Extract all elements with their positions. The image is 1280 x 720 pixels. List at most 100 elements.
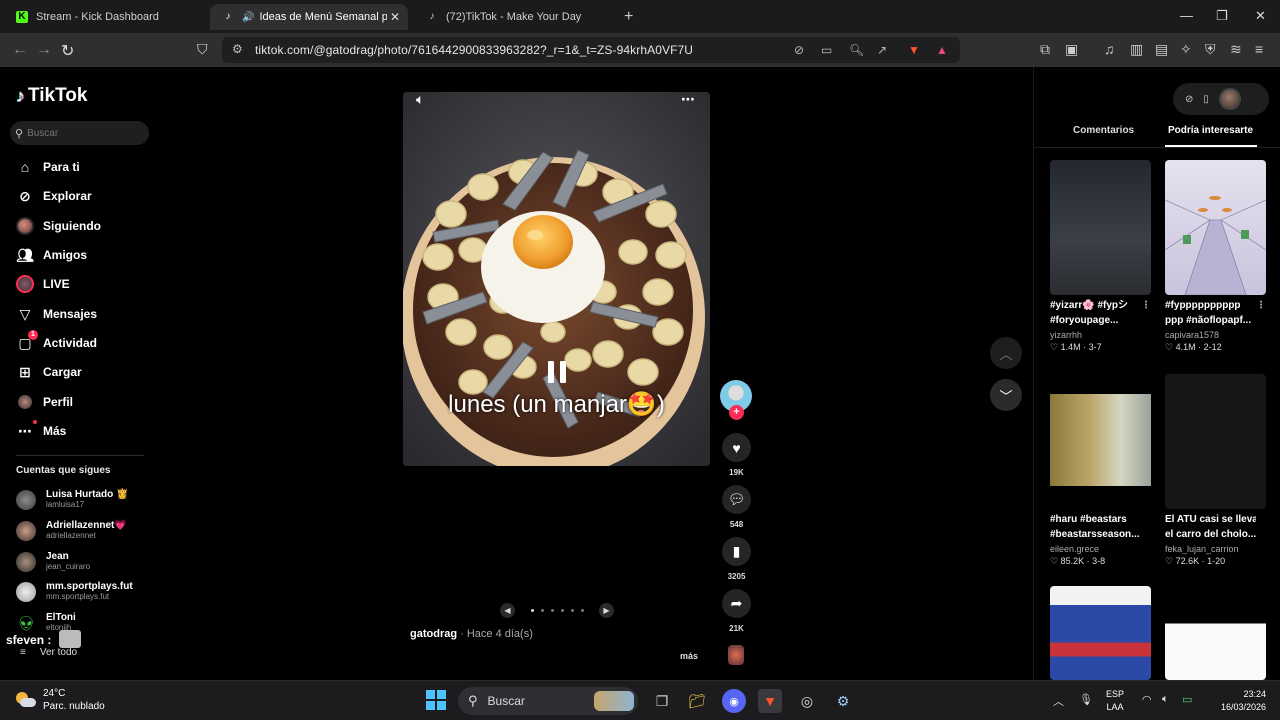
taskbar-search[interactable]: ⚲ Buscar (458, 687, 638, 715)
reload-icon[interactable]: ↻ (61, 41, 74, 61)
maximize-button[interactable]: ❐ (1216, 8, 1228, 24)
pause-button[interactable] (542, 357, 572, 387)
windows-start-icon[interactable] (426, 690, 446, 710)
forward-arrow-icon[interactable]: → (36, 41, 52, 59)
nav-explore[interactable]: ⊘ Explorar (16, 185, 92, 207)
new-tab-button[interactable]: + (624, 8, 633, 26)
nav-for-you[interactable]: ⌂ Para ti (16, 156, 80, 178)
following-account[interactable]: Luisa Hurtado 👸 lamluisa17 (16, 487, 128, 513)
video-card[interactable]: #haru #beastars #beastarsseason... eilee… (1050, 374, 1151, 567)
file-explorer-icon[interactable]: 📁︎ (685, 689, 709, 713)
tray-expand-icon[interactable]: ︿ (1053, 693, 1064, 709)
close-window-button[interactable]: ✕ (1255, 8, 1266, 24)
nav-friends[interactable]: 👥︎ Amigos (16, 244, 87, 266)
cast-icon[interactable]: ▭ (821, 43, 832, 57)
site-info-icon[interactable]: ⚙ (232, 42, 243, 56)
wallet-icon[interactable]: ▤ (1155, 41, 1168, 58)
vpn-icon[interactable]: ⛨ (1205, 41, 1216, 58)
video-card[interactable]: El ATU casi se lleva el carro del cholo.… (1165, 374, 1266, 567)
see-all-button[interactable]: ≡ Ver todo (20, 647, 77, 658)
nav-upload[interactable]: ⊞ Cargar (16, 361, 82, 383)
phone-icon[interactable]: ▯ (1203, 94, 1209, 105)
carousel-dot[interactable] (570, 608, 574, 612)
kebab-icon[interactable]: ⋮ (1256, 298, 1266, 313)
carousel-dot[interactable] (540, 608, 544, 612)
video-author[interactable]: feka_lujan_carrion (1165, 544, 1266, 554)
speedreader-icon[interactable]: ≋ (1230, 41, 1242, 58)
like-button[interactable]: ♥ (722, 433, 751, 462)
video-card[interactable]: #yizarr🌸 #fypシ #foryoupage... ⋮ yizarrhh… (1050, 160, 1151, 353)
brave-shields-icon[interactable]: ▼ (908, 43, 920, 57)
task-view-icon[interactable]: ❐ (650, 689, 674, 713)
volume-icon[interactable]: 🔈︎ (1162, 693, 1169, 706)
video-card[interactable] (1050, 586, 1151, 680)
wifi-icon[interactable]: ◠ (1142, 693, 1152, 706)
next-post-button[interactable]: ﹀ (990, 379, 1022, 411)
video-thumbnail[interactable] (1165, 374, 1266, 509)
brave-browser-icon[interactable]: ▼ (758, 689, 782, 713)
url-text[interactable]: tiktok.com/@gatodrag/photo/7616442900833… (255, 43, 693, 57)
zoom-icon[interactable]: 🔍︎ (849, 43, 864, 57)
tab-menu-ideas[interactable]: ♪ 🔊 Ideas de Menú Semanal para ✕ (210, 4, 408, 30)
following-account[interactable]: Jean jean_cuiraro (16, 549, 90, 575)
carousel-next-button[interactable]: ▶ (599, 602, 614, 618)
weather-widget[interactable]: 24°C Parc. nublado (14, 687, 105, 713)
video-author[interactable]: capivara1578 (1165, 330, 1266, 340)
system-clock[interactable]: 23:24 16/03/2026 (1212, 688, 1266, 714)
video-card[interactable] (1165, 586, 1266, 680)
nav-messages[interactable]: ▽ Mensajes (16, 303, 97, 325)
language-indicator[interactable]: ESP LAA (1106, 688, 1124, 714)
url-box[interactable]: ⚙ tiktok.com/@gatodrag/photo/76164429008… (222, 37, 960, 63)
more-link[interactable]: más (680, 651, 698, 661)
nav-activity[interactable]: ▢ 1 Actividad (16, 330, 97, 354)
carousel-dot[interactable] (580, 608, 584, 612)
share-button[interactable]: ➦ (722, 589, 751, 618)
obs-icon[interactable]: ◎ (795, 689, 819, 713)
kebab-icon[interactable]: ⋮ (1141, 298, 1151, 313)
brave-rewards-icon[interactable]: ▲ (936, 43, 948, 57)
discord-icon[interactable]: ◉ (722, 689, 746, 713)
video-author[interactable]: eileen.grece (1050, 544, 1151, 554)
menu-icon[interactable]: ≡ (1255, 41, 1263, 57)
carousel-prev-button[interactable]: ◀ (500, 602, 515, 618)
carousel-dot[interactable] (550, 608, 554, 612)
video-thumbnail[interactable] (1165, 586, 1266, 680)
comment-button[interactable]: 💬︎ (722, 485, 751, 514)
steam-icon[interactable]: ⚙ (831, 689, 855, 713)
tab-recommended[interactable]: Podría interesarte (1168, 125, 1253, 136)
video-thumbnail[interactable] (1165, 160, 1266, 295)
tab-kick-dashboard[interactable]: K Stream - Kick Dashboard (4, 4, 204, 30)
sidebar-search[interactable]: ⚲ (10, 121, 149, 145)
post-author[interactable]: gatodrag (410, 628, 457, 640)
user-avatar[interactable] (1218, 88, 1241, 110)
video-author[interactable]: yizarrhh (1050, 330, 1151, 340)
sidebar-toggle-icon[interactable]: ▥ (1130, 41, 1143, 58)
compass-icon[interactable]: ⊘ (1185, 94, 1193, 105)
bookmark-icon[interactable]: ⛉ (197, 41, 208, 58)
back-arrow-icon[interactable]: ← (12, 41, 28, 59)
nav-live[interactable]: LIVE (16, 273, 70, 295)
close-tab-icon[interactable]: ✕ (390, 10, 400, 24)
battery-icon[interactable]: ▭ (1182, 693, 1192, 706)
carousel-dot[interactable] (530, 608, 534, 612)
no-media-icon[interactable]: ⊘ (794, 43, 804, 57)
prev-post-button[interactable]: ︿ (990, 337, 1022, 369)
follow-plus-button[interactable]: + (729, 405, 744, 420)
video-thumbnail[interactable] (1050, 160, 1151, 295)
video-card[interactable]: #fypppppppppp ppp #nãoflopapf... ⋮ capiv… (1165, 160, 1266, 353)
more-options-icon[interactable]: ⋯ (681, 92, 695, 108)
minimize-button[interactable]: — (1180, 8, 1193, 23)
tab-tiktok[interactable]: ♪ (72)TikTok - Make Your Day (414, 4, 614, 30)
microphone-icon[interactable]: 🎙︎ (1079, 693, 1093, 706)
search-input[interactable] (27, 127, 138, 139)
volume-icon[interactable]: 🔈︎ (416, 92, 424, 108)
following-account[interactable]: mm.sportplays.fut mm.sportplays.fut (16, 579, 133, 605)
save-button[interactable]: ▮ (722, 537, 751, 566)
tab-comments[interactable]: Comentarios (1073, 125, 1134, 136)
nav-profile[interactable]: Perfil (16, 391, 73, 413)
post-photo[interactable]: 🔈︎ ⋯ lunes (un manjar🤩) (403, 92, 710, 466)
tiktok-logo[interactable]: ♪ TikTok (16, 85, 87, 107)
screenshot-icon[interactable]: ▣ (1065, 41, 1078, 58)
carousel-dot[interactable] (560, 608, 564, 612)
extensions-icon[interactable]: ⧉ (1040, 41, 1050, 58)
